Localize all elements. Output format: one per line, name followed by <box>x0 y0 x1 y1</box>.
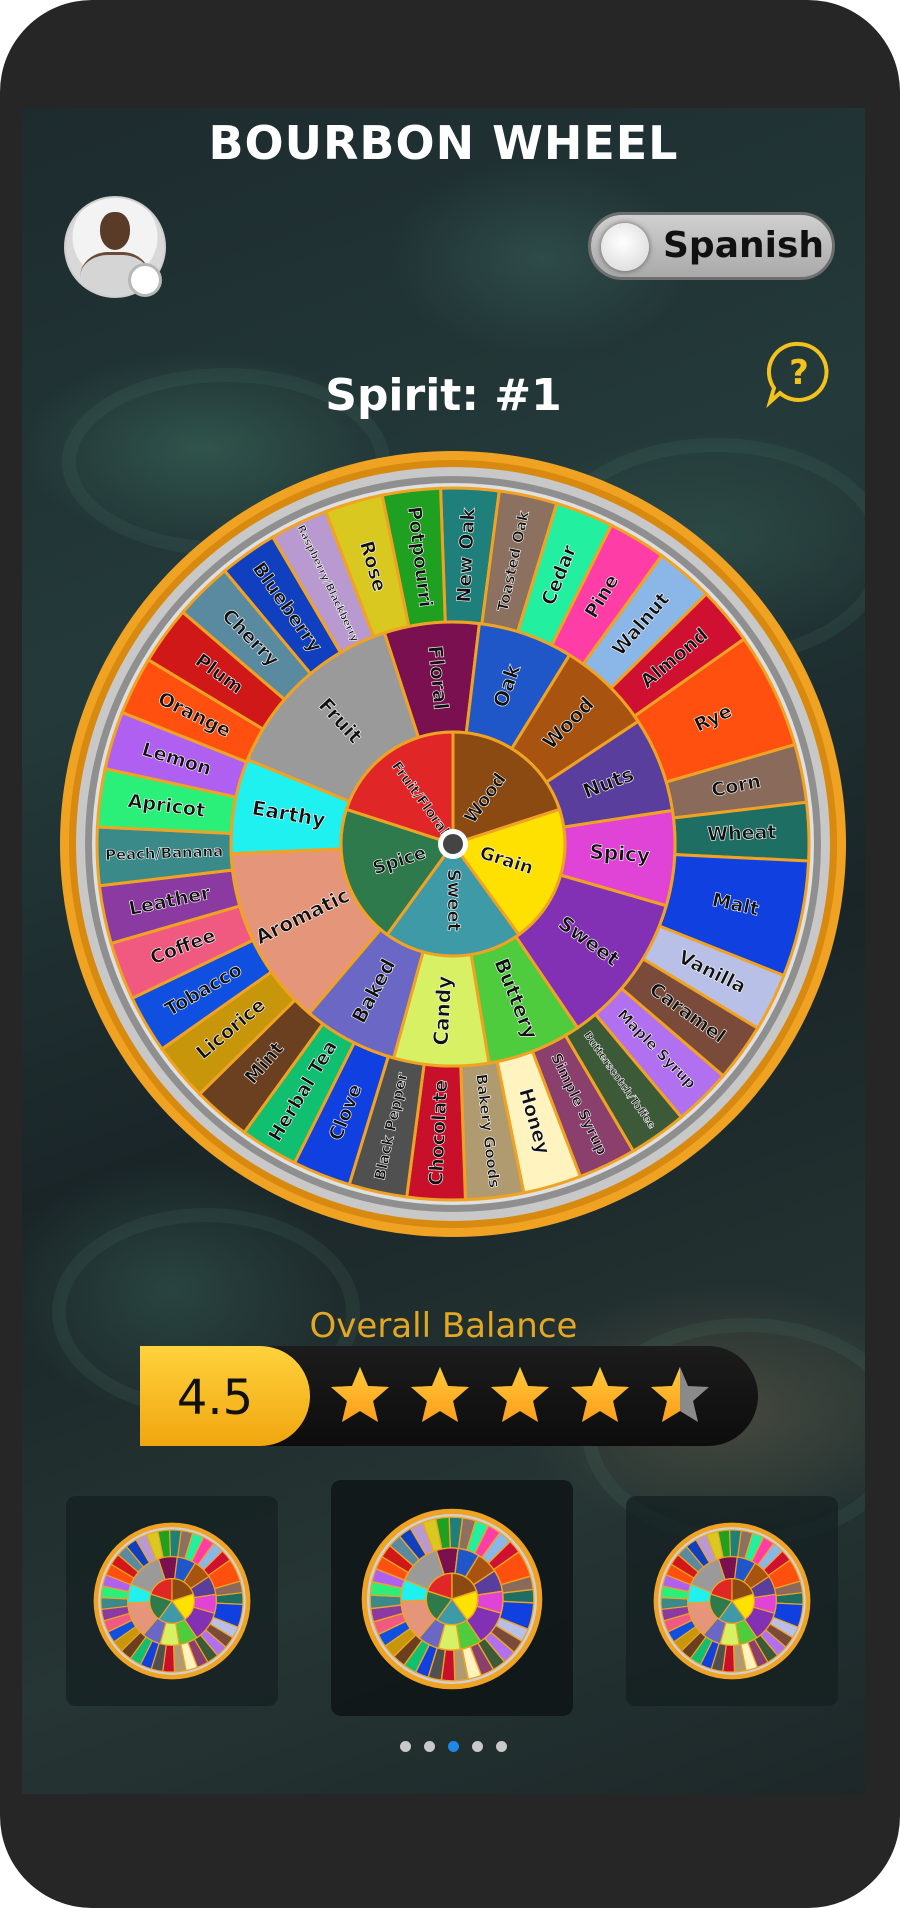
app-title: BOURBON WHEEL <box>208 116 679 170</box>
core-label: Sweet <box>443 869 464 932</box>
page-dot[interactable] <box>496 1741 507 1752</box>
wheel-hub-center <box>443 834 463 854</box>
star-icon[interactable] <box>488 1363 552 1427</box>
avatar-head <box>100 212 130 250</box>
star-icon[interactable] <box>328 1363 392 1427</box>
outer-label: New Oak <box>453 507 480 603</box>
page-dot[interactable] <box>448 1741 459 1752</box>
score-value: 4.5 <box>176 1370 254 1426</box>
carousel-item-1[interactable] <box>66 1496 278 1706</box>
phone-frame: BOURBON WHEEL Spanish ? Spirit: #1 New O… <box>0 0 900 1908</box>
page-dot[interactable] <box>400 1741 411 1752</box>
outer-label: Wheat <box>707 821 777 845</box>
spirit-title: Spirit: #1 <box>325 370 562 421</box>
star-icon[interactable] <box>408 1363 472 1427</box>
wheel-thumbnail-icon <box>653 1522 811 1680</box>
language-toggle[interactable]: Spanish <box>588 212 835 280</box>
page-dot[interactable] <box>472 1741 483 1752</box>
language-toggle-label: Spanish <box>663 225 825 266</box>
page-dot[interactable] <box>424 1741 435 1752</box>
carousel-item-3[interactable] <box>626 1496 838 1706</box>
middle-label: Spicy <box>589 839 651 867</box>
wheel-thumbnail-icon <box>361 1508 543 1690</box>
app-screen: BOURBON WHEEL Spanish ? Spirit: #1 New O… <box>22 108 865 1794</box>
star-icon[interactable] <box>568 1363 632 1427</box>
middle-label: Candy <box>429 975 457 1046</box>
avatar-status-badge <box>128 263 162 297</box>
toggle-knob[interactable] <box>601 223 649 271</box>
wheel-thumbnail-icon <box>93 1522 251 1680</box>
carousel-item-2[interactable] <box>331 1480 573 1716</box>
star-icon[interactable] <box>648 1363 712 1427</box>
overall-balance-label: Overall Balance <box>309 1306 578 1346</box>
flavor-wheel[interactable]: New Oak Toasted Oak Cedar PineWalnutAlmondR… <box>57 448 849 1240</box>
